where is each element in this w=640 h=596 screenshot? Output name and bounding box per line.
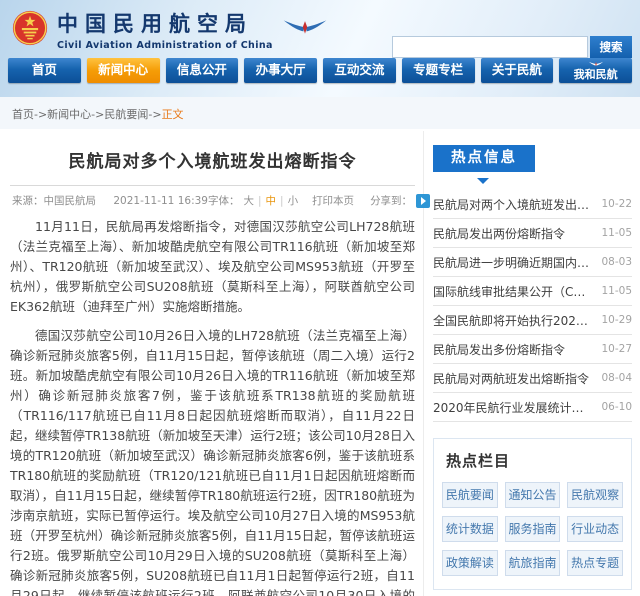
hot-info-list: 民航局对两个入境航班发出熔断指令 10-22 民航局发出两份熔断指令 11-05…: [433, 190, 632, 422]
news-item-title[interactable]: 国际航线审批结果公开（C202101...: [433, 283, 593, 300]
news-item-date: 10-22: [601, 198, 632, 210]
article-paragraph: 11月11日，民航局再发熔断指令，对德国汉莎航空公司LH728航班（法兰克福至上…: [10, 217, 415, 317]
news-item-date: 08-03: [601, 256, 632, 268]
search-input[interactable]: [392, 36, 588, 58]
nav-item-label: 办事大厅: [256, 64, 306, 77]
nav-item[interactable]: 办事大厅: [244, 58, 317, 83]
news-list-item[interactable]: 民航局对两个入境航班发出熔断指令 10-22: [433, 190, 632, 219]
nav-item-label: 专题专栏: [413, 64, 463, 77]
news-item-date: 10-29: [601, 314, 632, 326]
main-nav: 首页 新闻中心 信息公开 办事大厅 互动交流: [0, 58, 640, 83]
news-item-date: 08-04: [601, 372, 632, 384]
news-item-title[interactable]: 民航局对两个入境航班发出熔断指令: [433, 196, 593, 213]
site-title-cn: 中国民用航空局: [57, 8, 273, 38]
article-title: 民航局对多个入境航班发出熔断指令: [16, 147, 409, 172]
breadcrumb-current: 正文: [162, 108, 184, 121]
article-meta-right: 字体： 大 | 中 | 小 打印本页 分享到：: [208, 193, 430, 208]
site-header: 中国民用航空局 Civil Aviation Administration of…: [0, 0, 640, 97]
font-size-option[interactable]: 大: [243, 193, 254, 208]
hot-column-link[interactable]: 民航观察: [567, 482, 623, 508]
hot-columns-box: 热点栏目 民航要闻 通知公告 民航观察 统计数据 服务指南 行业动态 政策解读 …: [433, 438, 632, 590]
nav-item-label: 首页: [32, 64, 57, 77]
font-size-option[interactable]: 中: [266, 193, 277, 208]
news-item-title[interactable]: 民航局发出多份熔断指令: [433, 341, 565, 358]
news-item-title[interactable]: 民航局发出两份熔断指令: [433, 225, 565, 242]
news-item-title[interactable]: 全国民航即将开始执行2021/202...: [433, 312, 593, 329]
nav-item[interactable]: 我和民航: [559, 58, 632, 83]
hot-column-link[interactable]: 航旅指南: [505, 550, 561, 576]
news-list-item[interactable]: 全国民航即将开始执行2021/202... 10-29: [433, 306, 632, 335]
hot-info-tab-arrow-icon: [477, 178, 489, 184]
hot-column-link[interactable]: 民航要闻: [442, 482, 498, 508]
search-box: 搜索: [392, 36, 632, 58]
news-item-title[interactable]: 2020年民航行业发展统计公报: [433, 399, 593, 416]
nav-item[interactable]: 关于民航: [481, 58, 554, 83]
nav-item-label: 互动交流: [334, 64, 384, 77]
breadcrumb-trail[interactable]: 首页->新闻中心->民航要闻->: [12, 108, 162, 121]
news-item-title[interactable]: 民航局对两航班发出熔断指令: [433, 370, 589, 387]
article-meta-row: 来源：中国民航局 2021-11-11 16:39 字体： 大 | 中 | 小 …: [10, 185, 415, 208]
brand-text: 中国民用航空局 Civil Aviation Administration of…: [57, 8, 273, 51]
font-size-separator: |: [258, 195, 262, 207]
font-size-label: 字体：: [208, 193, 240, 208]
article-paragraph: 德国汉莎航空公司10月26日入境的LH728航班（法兰克福至上海）确诊新冠肺炎旅…: [10, 326, 415, 596]
article-datetime: 2021-11-11 16:39: [113, 195, 208, 207]
article-body: 11月11日，民航局再发熔断指令，对德国汉莎航空公司LH728航班（法兰克福至上…: [10, 217, 415, 596]
nav-item[interactable]: 互动交流: [323, 58, 396, 83]
hot-column-link[interactable]: 热点专题: [567, 550, 623, 576]
nav-item-label: 新闻中心: [98, 64, 148, 77]
nav-item[interactable]: 信息公开: [166, 58, 239, 83]
hot-column-link[interactable]: 行业动态: [567, 516, 623, 542]
news-list-item[interactable]: 2020年民航行业发展统计公报 06-10: [433, 393, 632, 422]
news-list-item[interactable]: 民航局对两航班发出熔断指令 08-04: [433, 364, 632, 393]
hot-column-link[interactable]: 服务指南: [505, 516, 561, 542]
breadcrumb: 首页->新闻中心->民航要闻->正文: [0, 97, 640, 129]
hot-columns-title: 热点栏目: [446, 450, 623, 471]
article-meta-left: 来源：中国民航局 2021-11-11 16:39: [12, 193, 208, 208]
news-item-date: 10-27: [601, 343, 632, 355]
news-list-item[interactable]: 民航局发出多份熔断指令 10-27: [433, 335, 632, 364]
hot-info-tab[interactable]: 热点信息: [433, 145, 535, 172]
nav-item[interactable]: 专题专栏: [402, 58, 475, 83]
news-list-item[interactable]: 民航局发出两份熔断指令 11-05: [433, 219, 632, 248]
site-title-en: Civil Aviation Administration of China: [57, 40, 273, 51]
hot-column-link[interactable]: 统计数据: [442, 516, 498, 542]
nav-item[interactable]: 新闻中心: [87, 58, 160, 83]
share-label: 分享到：: [370, 193, 412, 208]
hot-column-link[interactable]: 通知公告: [505, 482, 561, 508]
caac-wings-mini-icon: [588, 61, 604, 67]
news-list-item[interactable]: 国际航线审批结果公开（C202101... 11-05: [433, 277, 632, 306]
news-item-date: 11-05: [601, 227, 632, 239]
sidebar: 热点信息 民航局对两个入境航班发出熔断指令 10-22 民航局发出两份熔断指令 …: [433, 131, 632, 596]
news-item-date: 11-05: [601, 285, 632, 297]
font-size-separator: |: [280, 195, 284, 207]
print-page-link[interactable]: 打印本页: [312, 193, 354, 208]
nav-item[interactable]: 首页: [8, 58, 81, 83]
nav-item-label: 关于民航: [492, 64, 542, 77]
hot-columns-grid: 民航要闻 通知公告 民航观察 统计数据 服务指南 行业动态 政策解读 航旅指南 …: [442, 482, 623, 576]
caac-wings-icon: [283, 18, 327, 36]
news-item-title[interactable]: 民航局进一步明确近期国内机票免费退票...: [433, 254, 593, 271]
nav-item-label: 我和民航: [574, 69, 618, 80]
national-emblem-icon: [12, 10, 48, 46]
content-area: 民航局对多个入境航班发出熔断指令 来源：中国民航局 2021-11-11 16:…: [0, 129, 640, 596]
hot-column-link[interactable]: 政策解读: [442, 550, 498, 576]
search-button[interactable]: 搜索: [590, 36, 632, 58]
nav-item-label: 信息公开: [177, 64, 227, 77]
share-icon[interactable]: [416, 194, 430, 208]
article-column: 民航局对多个入境航班发出熔断指令 来源：中国民航局 2021-11-11 16:…: [10, 131, 424, 596]
font-size-option[interactable]: 小: [288, 193, 299, 208]
news-item-date: 06-10: [601, 401, 632, 413]
article-source: 来源：中国民航局: [12, 195, 96, 207]
news-list-item[interactable]: 民航局进一步明确近期国内机票免费退票... 08-03: [433, 248, 632, 277]
